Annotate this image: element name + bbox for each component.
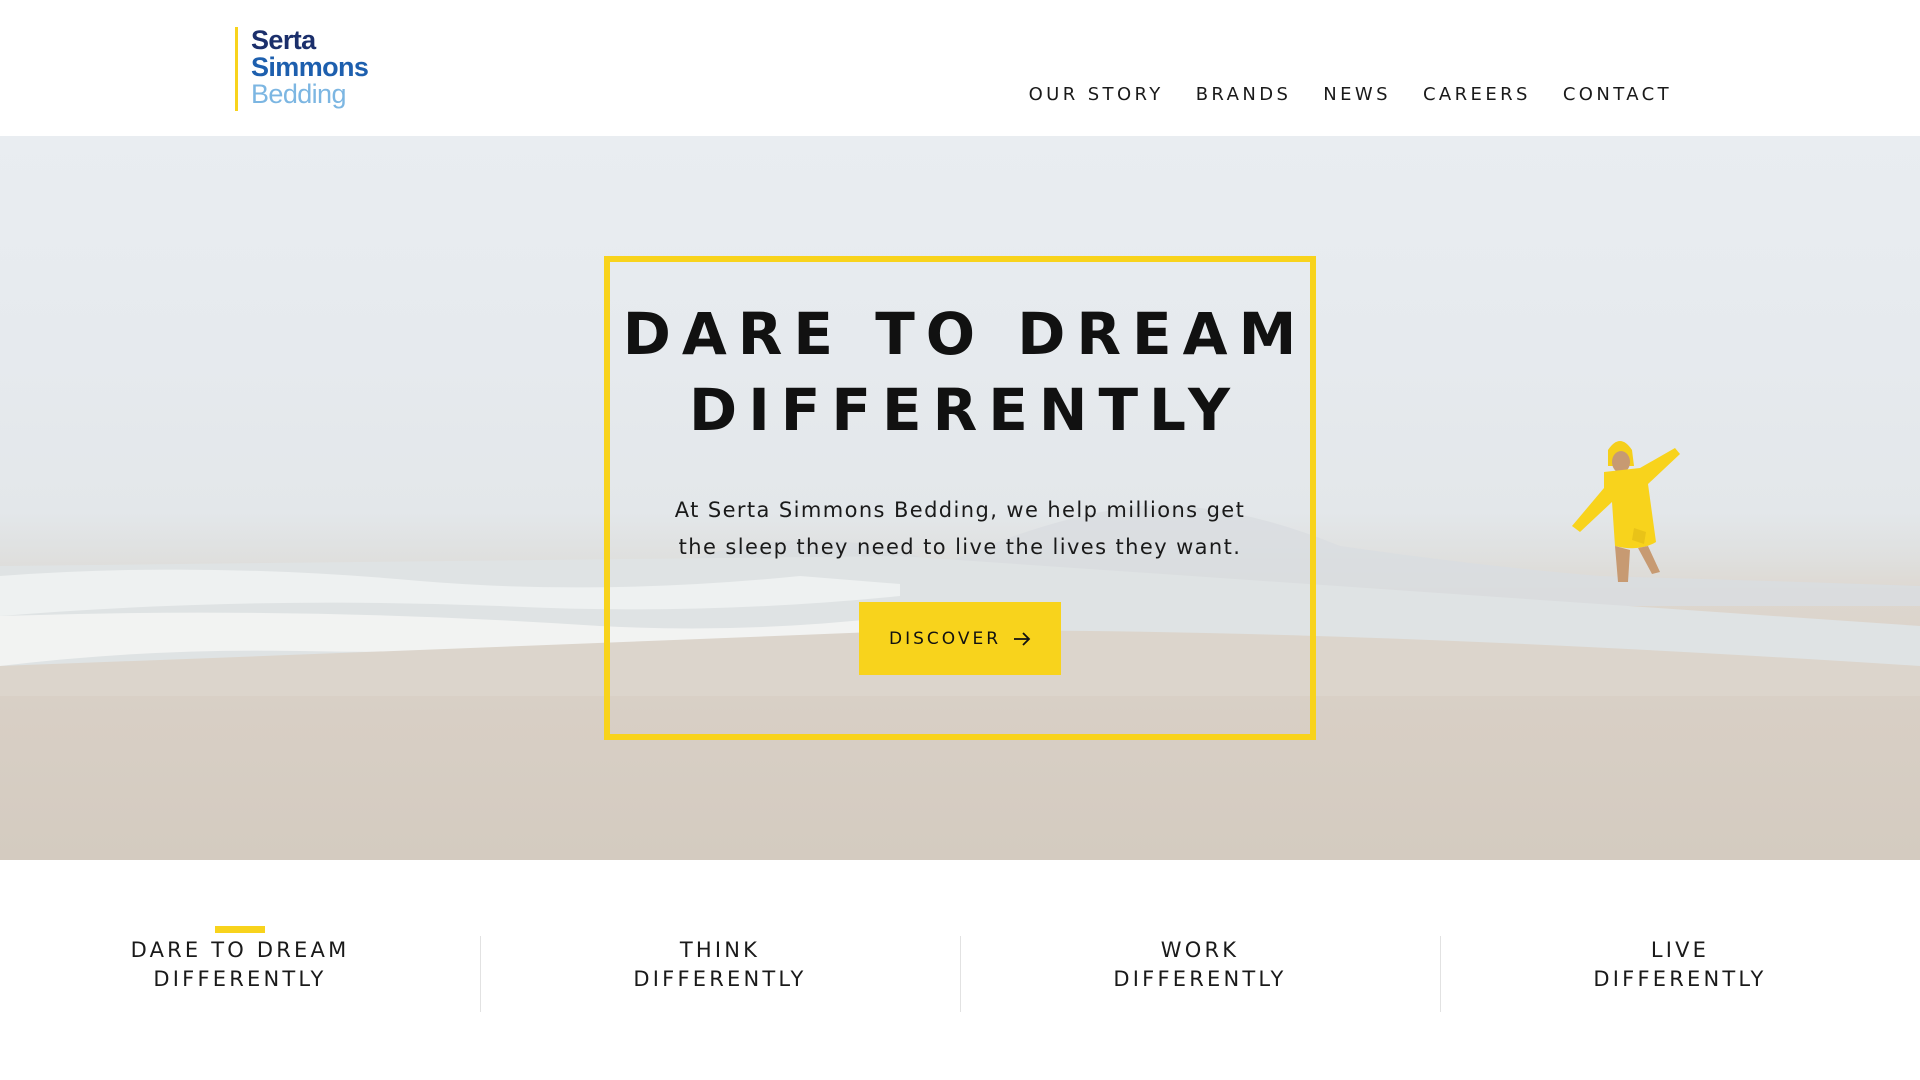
nav-brands[interactable]: BRANDS bbox=[1196, 84, 1292, 105]
tab-work-differently[interactable]: WORK DIFFERENTLY bbox=[960, 936, 1440, 1012]
nav-news[interactable]: NEWS bbox=[1323, 84, 1391, 105]
tab-label-line-2: DIFFERENTLY bbox=[1113, 967, 1287, 991]
hero-title-line-1: DARE TO DREAM bbox=[622, 300, 1308, 368]
discover-button-label: DISCOVER bbox=[888, 628, 1002, 649]
tab-live-differently[interactable]: LIVE DIFFERENTLY bbox=[1440, 936, 1920, 1012]
main-nav: OUR STORY BRANDS NEWS CAREERS CONTACT bbox=[997, 84, 1672, 105]
hero-description: At Serta Simmons Bedding, we help millio… bbox=[610, 492, 1310, 566]
tab-label-line-2: DIFFERENTLY bbox=[633, 967, 807, 991]
serta-simmons-logo[interactable]: Serta Simmons Bedding bbox=[235, 25, 369, 111]
tab-dare-to-dream[interactable]: DARE TO DREAM DIFFERENTLY bbox=[0, 936, 480, 1012]
tab-label-line-2: DIFFERENTLY bbox=[153, 967, 327, 991]
nav-our-story[interactable]: OUR STORY bbox=[1029, 84, 1164, 105]
hero-description-line-2: the sleep they need to live the lives th… bbox=[678, 535, 1242, 559]
nav-careers[interactable]: CAREERS bbox=[1423, 84, 1531, 105]
hero-message-box: DARE TO DREAM DIFFERENTLY At Serta Simmo… bbox=[604, 256, 1316, 740]
nav-contact[interactable]: CONTACT bbox=[1563, 84, 1672, 105]
tab-label-line-1: THINK bbox=[679, 938, 761, 962]
child-in-yellow-raincoat-image bbox=[1572, 441, 1680, 582]
site-header: Serta Simmons Bedding OUR STORY BRANDS N… bbox=[0, 0, 1920, 136]
tab-label-line-1: WORK bbox=[1160, 938, 1240, 962]
logo-text-bedding: Bedding bbox=[251, 79, 346, 109]
differently-tabs: DARE TO DREAM DIFFERENTLY THINK DIFFEREN… bbox=[0, 860, 1920, 1080]
tab-label-line-1: DARE TO DREAM bbox=[130, 938, 350, 962]
hero-description-line-1: At Serta Simmons Bedding, we help millio… bbox=[674, 498, 1246, 522]
arrow-right-icon bbox=[1014, 631, 1031, 646]
active-tab-indicator bbox=[215, 926, 265, 933]
tab-label-line-1: LIVE bbox=[1650, 938, 1710, 962]
hero-title: DARE TO DREAM DIFFERENTLY bbox=[610, 296, 1310, 448]
logo-text-simmons: Simmons bbox=[251, 52, 369, 82]
hero-banner: DARE TO DREAM DIFFERENTLY At Serta Simmo… bbox=[0, 136, 1920, 860]
discover-button[interactable]: DISCOVER bbox=[859, 602, 1061, 675]
tab-label-line-2: DIFFERENTLY bbox=[1593, 967, 1767, 991]
tab-think-differently[interactable]: THINK DIFFERENTLY bbox=[480, 936, 960, 1012]
logo-text-serta: Serta bbox=[251, 25, 316, 55]
hero-title-line-2: DIFFERENTLY bbox=[689, 376, 1241, 444]
